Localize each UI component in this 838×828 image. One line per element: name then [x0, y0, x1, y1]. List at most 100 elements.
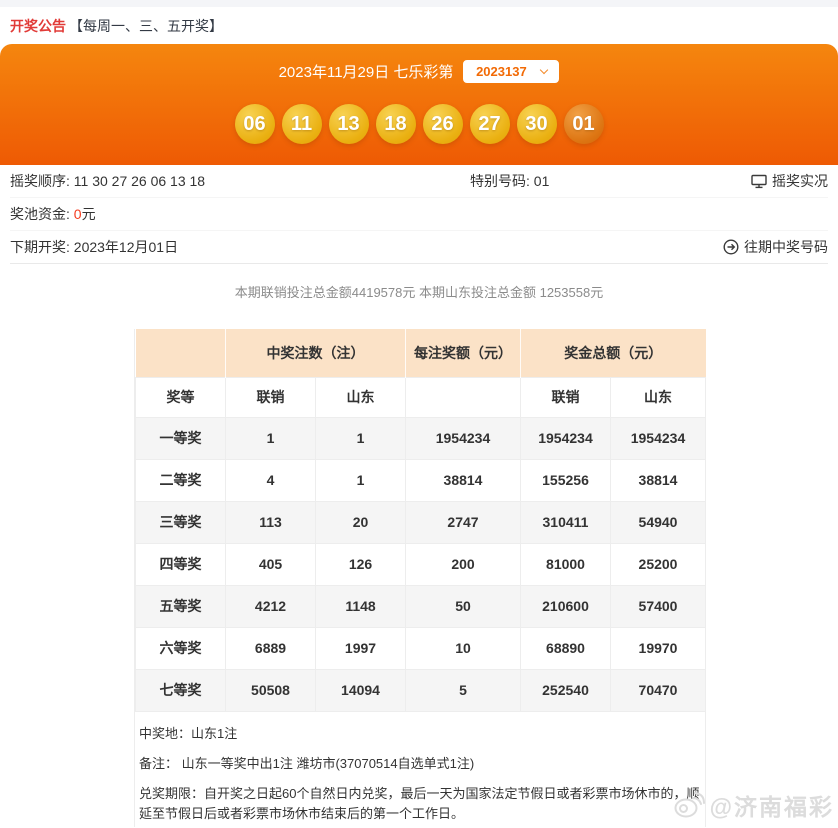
value-cell: 5	[406, 669, 521, 711]
next-draw-date: 2023年12月01日	[74, 237, 178, 257]
sub-header-shandong2: 山东	[611, 377, 706, 417]
issue-dropdown[interactable]: 2023137	[463, 60, 559, 83]
next-draw-row: 下期开奖: 2023年12月01日 往期中奖号码	[10, 231, 828, 264]
value-cell: 1954234	[406, 417, 521, 459]
special-lottery-ball: 01	[564, 104, 604, 144]
lottery-ball: 30	[517, 104, 557, 144]
table-row: 二等奖413881415525638814	[136, 459, 706, 501]
special-number-value: 01	[534, 173, 550, 189]
prize-pool-value: 0	[74, 206, 82, 222]
value-cell: 10	[406, 627, 521, 669]
history-numbers-label: 往期中奖号码	[744, 237, 828, 257]
prize-pool-unit: 元	[82, 204, 96, 224]
draw-order-row: 摇奖顺序: 11 30 27 26 06 13 18 特别号码: 01 摇奖实况	[10, 165, 828, 198]
value-cell: 210600	[521, 585, 611, 627]
prize-table: 中奖注数（注） 每注奖额（元） 奖金总额（元） 奖等 联销 山东 联销 山东 一…	[135, 329, 706, 712]
value-cell: 1997	[316, 627, 406, 669]
value-cell: 68890	[521, 627, 611, 669]
value-cell: 1954234	[611, 417, 706, 459]
prize-tier-cell: 七等奖	[136, 669, 226, 711]
watermark-text: @济南福彩	[710, 788, 834, 822]
draw-result-header: 2023年11月29日 七乐彩第 2023137 061113182627300…	[0, 44, 838, 165]
table-row: 四等奖4051262008100025200	[136, 543, 706, 585]
announcement-bar: 开奖公告 【每周一、三、五开奖】	[0, 7, 838, 44]
sub-header-tier: 奖等	[136, 377, 226, 417]
value-cell: 155256	[521, 459, 611, 501]
top-strip	[0, 0, 838, 7]
value-cell: 1148	[316, 585, 406, 627]
group-header-win-counts: 中奖注数（注）	[226, 329, 406, 377]
sub-header-empty	[406, 377, 521, 417]
draw-order-value: 11 30 27 26 06 13 18	[74, 173, 205, 189]
value-cell: 6889	[226, 627, 316, 669]
prize-tier-cell: 四等奖	[136, 543, 226, 585]
value-cell: 310411	[521, 501, 611, 543]
lottery-ball: 18	[376, 104, 416, 144]
monitor-icon	[751, 174, 767, 189]
value-cell: 38814	[611, 459, 706, 501]
value-cell: 1	[226, 417, 316, 459]
prize-tier-cell: 五等奖	[136, 585, 226, 627]
live-draw-label: 摇奖实况	[772, 171, 828, 191]
deadline-note: 兑奖期限：自开奖之日起60个自然日内兑奖，最后一天为国家法定节假日或者彩票市场休…	[139, 784, 701, 824]
issue-number: 2023137	[476, 64, 527, 79]
table-sub-header-row: 奖等 联销 山东 联销 山东	[136, 377, 706, 417]
table-group-header-row: 中奖注数（注） 每注奖额（元） 奖金总额（元）	[136, 329, 706, 377]
special-number-label: 特别号码:	[470, 173, 534, 189]
prize-tier-cell: 一等奖	[136, 417, 226, 459]
winning-numbers-row: 0611131826273001	[0, 104, 838, 144]
value-cell: 25200	[611, 543, 706, 585]
value-cell: 70470	[611, 669, 706, 711]
value-cell: 38814	[406, 459, 521, 501]
prize-panel: 中奖注数（注） 每注奖额（元） 奖金总额（元） 奖等 联销 山东 联销 山东 一…	[134, 329, 706, 827]
chevron-down-icon	[539, 66, 547, 74]
value-cell: 1954234	[521, 417, 611, 459]
value-cell: 54940	[611, 501, 706, 543]
prize-tier-cell: 二等奖	[136, 459, 226, 501]
circle-arrow-right-icon	[723, 239, 739, 255]
value-cell: 1	[316, 417, 406, 459]
value-cell: 81000	[521, 543, 611, 585]
value-cell: 14094	[316, 669, 406, 711]
value-cell: 20	[316, 501, 406, 543]
table-row: 五等奖421211485021060057400	[136, 585, 706, 627]
winner-location-note: 中奖地：山东1注	[139, 724, 701, 744]
table-row: 六等奖68891997106889019970	[136, 627, 706, 669]
lottery-ball: 11	[282, 104, 322, 144]
sub-header-lianxiao: 联销	[226, 377, 316, 417]
prize-tier-cell: 三等奖	[136, 501, 226, 543]
table-row: 三等奖11320274731041154940	[136, 501, 706, 543]
value-cell: 57400	[611, 585, 706, 627]
value-cell: 50508	[226, 669, 316, 711]
notes-section: 中奖地：山东1注 备注： 山东一等奖中出1注 潍坊市(37070514自选单式1…	[135, 712, 705, 824]
group-header-prize-per-bet: 每注奖额（元）	[406, 329, 521, 377]
info-section: 摇奖顺序: 11 30 27 26 06 13 18 特别号码: 01 摇奖实况…	[0, 165, 838, 264]
sub-header-shandong: 山东	[316, 377, 406, 417]
value-cell: 4212	[226, 585, 316, 627]
sub-header-lianxiao2: 联销	[521, 377, 611, 417]
lottery-ball: 06	[235, 104, 275, 144]
live-draw-link[interactable]: 摇奖实况	[751, 171, 828, 191]
prize-tier-cell: 六等奖	[136, 627, 226, 669]
draw-date-row: 2023年11月29日 七乐彩第 2023137	[0, 44, 838, 83]
value-cell: 50	[406, 585, 521, 627]
history-numbers-link[interactable]: 往期中奖号码	[723, 237, 828, 257]
prize-pool-row: 奖池资金: 0 元	[10, 198, 828, 231]
lottery-ball: 26	[423, 104, 463, 144]
draw-schedule-label: 【每周一、三、五开奖】	[69, 16, 223, 36]
draw-order-label: 摇奖顺序:	[10, 171, 74, 191]
draw-date-label: 2023年11月29日 七乐彩第	[279, 61, 454, 82]
lottery-ball: 13	[329, 104, 369, 144]
prize-pool-label: 奖池资金:	[10, 204, 74, 224]
value-cell: 19970	[611, 627, 706, 669]
next-draw-label: 下期开奖:	[10, 237, 74, 257]
value-cell: 405	[226, 543, 316, 585]
lottery-ball: 27	[470, 104, 510, 144]
value-cell: 2747	[406, 501, 521, 543]
group-header-prize-total: 奖金总额（元）	[521, 329, 706, 377]
table-row: 七等奖5050814094525254070470	[136, 669, 706, 711]
page-title: 开奖公告	[10, 16, 66, 36]
group-header-empty	[136, 329, 226, 377]
value-cell: 1	[316, 459, 406, 501]
sales-summary: 本期联销投注总金额4419578元 本期山东投注总金额 1253558元	[0, 282, 838, 297]
